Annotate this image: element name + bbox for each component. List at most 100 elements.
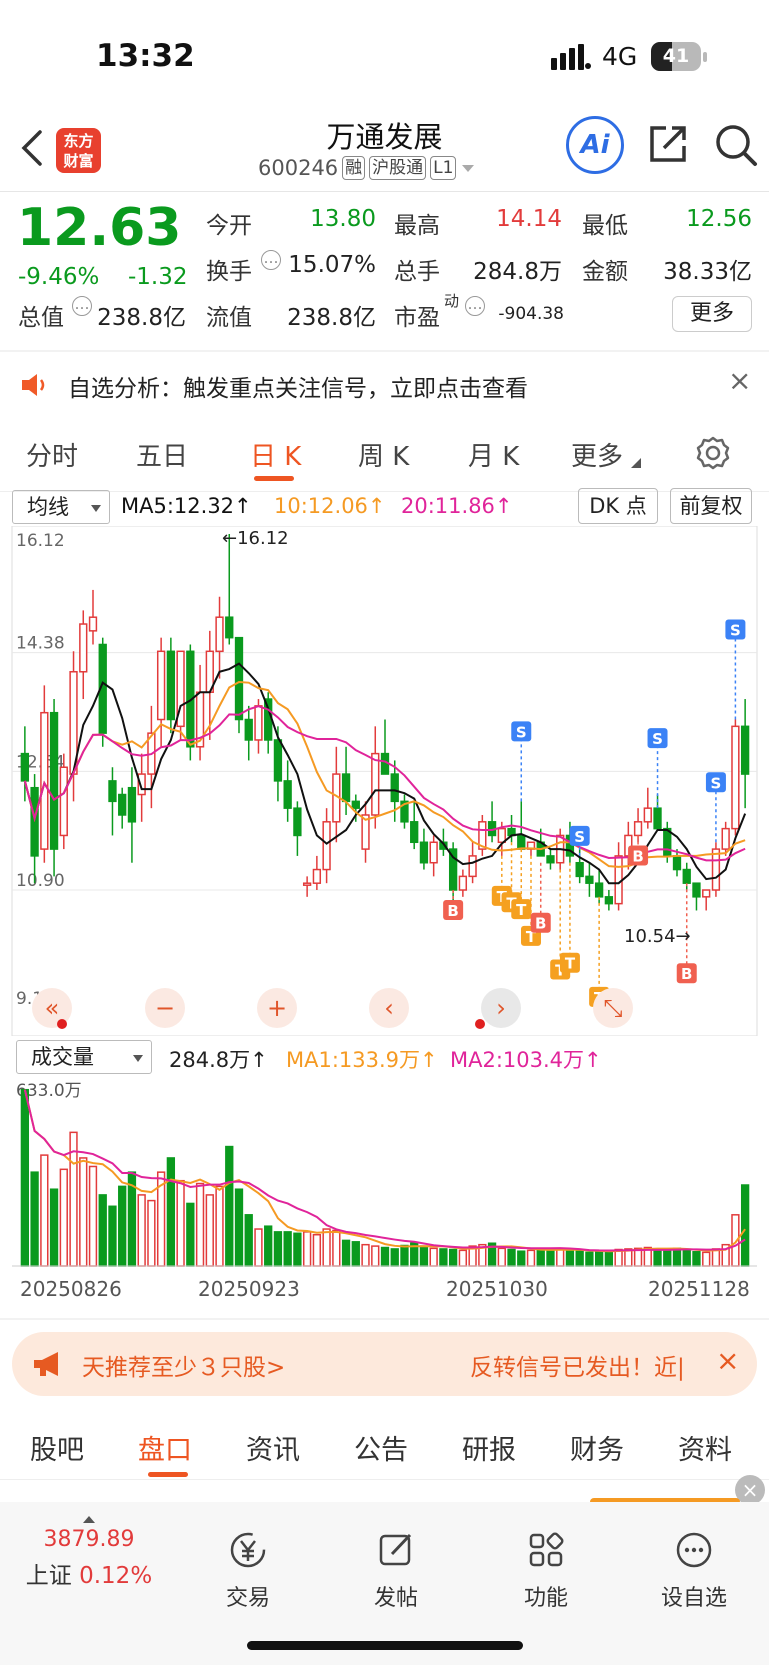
info-tabs: 股吧 盘口 资讯 公告 研报 财务 资料 bbox=[0, 1410, 769, 1480]
tab-more[interactable]: 更多 bbox=[571, 436, 623, 473]
candle-body bbox=[254, 705, 263, 741]
volume-bar bbox=[458, 1249, 468, 1267]
volume-bar bbox=[186, 1202, 195, 1267]
candle-body bbox=[156, 650, 166, 721]
notice-bar[interactable]: 自选分析：触发重点关注信号，立即点击查看 × bbox=[0, 352, 769, 418]
candlestick-chart[interactable]: 16.1214.3812.6410.909.17 BTTTTBTTTSSBSBS… bbox=[0, 526, 769, 1036]
candle-body bbox=[390, 773, 399, 803]
promo-banner[interactable]: 天推荐至少３只股> 反转信号已发出！近| × bbox=[12, 1332, 757, 1396]
nav-trade[interactable]: 交易 bbox=[198, 1530, 298, 1612]
network-type: 4G bbox=[602, 42, 638, 71]
candle-body bbox=[127, 786, 137, 823]
volume-bar bbox=[711, 1248, 721, 1267]
volume-bar bbox=[147, 1199, 156, 1267]
subtab-forum[interactable]: 股吧 bbox=[30, 1428, 84, 1467]
candle-body bbox=[468, 855, 477, 878]
speaker-icon bbox=[22, 374, 45, 396]
tab-weekly-k[interactable]: 周 K bbox=[358, 436, 409, 473]
grid-icon bbox=[529, 1532, 564, 1567]
more-button[interactable]: 更多 bbox=[672, 296, 752, 332]
volume-bar bbox=[108, 1205, 117, 1267]
chart-nav-icon: + bbox=[267, 994, 287, 1022]
adjust-button[interactable]: 前复权 bbox=[670, 488, 752, 524]
candle-body bbox=[49, 711, 59, 850]
volume-bar bbox=[293, 1232, 302, 1267]
signal-label: T bbox=[565, 955, 576, 973]
tag-connect: 沪股通 bbox=[369, 156, 427, 180]
tab-monthly-k[interactable]: 月 K bbox=[468, 436, 519, 473]
search-icon[interactable] bbox=[713, 122, 759, 168]
nav-features[interactable]: 功能 bbox=[496, 1530, 596, 1612]
candle-body bbox=[604, 896, 614, 905]
stock-code: 600246 bbox=[258, 156, 339, 180]
battery-icon: 41 bbox=[651, 42, 701, 71]
tab-daily-k[interactable]: 日 K bbox=[250, 436, 301, 473]
date-label: 20251128 bbox=[648, 1277, 750, 1301]
volume-bar bbox=[341, 1239, 351, 1267]
y-axis-label: 14.38 bbox=[16, 634, 65, 654]
date-label: 20250826 bbox=[20, 1277, 122, 1301]
candle-body bbox=[721, 827, 730, 850]
volume-bar bbox=[740, 1184, 750, 1267]
info-icon[interactable]: … bbox=[465, 296, 485, 316]
notice-close-icon[interactable]: × bbox=[728, 364, 751, 397]
candle-body bbox=[215, 616, 224, 653]
chart-nav-icon: › bbox=[496, 994, 506, 1022]
float-value: 238.8亿 bbox=[287, 305, 376, 331]
tab-intraday[interactable]: 分时 bbox=[26, 436, 78, 473]
volume-bar bbox=[166, 1157, 176, 1267]
volume-bar bbox=[195, 1182, 205, 1267]
candle-body bbox=[225, 616, 234, 639]
volume-bar bbox=[20, 1088, 30, 1267]
candle-body bbox=[302, 882, 312, 886]
ma-select[interactable]: 均线 bbox=[12, 490, 110, 524]
stock-header: 东方 财富 万通发展 600246 融 沪股通 L1 Ai bbox=[0, 110, 769, 190]
stock-code-line[interactable]: 600246 融 沪股通 L1 bbox=[258, 156, 476, 180]
candle-body bbox=[594, 882, 604, 898]
subtab-research[interactable]: 研报 bbox=[462, 1428, 516, 1467]
candle-body bbox=[273, 739, 283, 782]
volume-select[interactable]: 成交量 bbox=[16, 1040, 152, 1074]
nav-features-label: 功能 bbox=[523, 1586, 568, 1611]
dk-point-button[interactable]: DK 点 bbox=[578, 488, 658, 524]
turnover-label: 换手 bbox=[206, 259, 252, 285]
chart-nav-icon: « bbox=[45, 994, 60, 1022]
share-icon[interactable] bbox=[646, 122, 690, 166]
volume-bar bbox=[40, 1154, 49, 1267]
volume-bar bbox=[702, 1251, 711, 1267]
volume-bar bbox=[575, 1250, 584, 1267]
volume-bar bbox=[264, 1225, 273, 1267]
signal-label: S bbox=[516, 723, 527, 741]
ai-button[interactable]: Ai bbox=[566, 116, 624, 174]
candle-body bbox=[322, 821, 331, 871]
promo-close-icon[interactable]: × bbox=[716, 1344, 739, 1377]
subtab-announcements[interactable]: 公告 bbox=[354, 1428, 408, 1467]
y-axis-label: 10.90 bbox=[16, 871, 65, 891]
subtab-orderbook[interactable]: 盘口 bbox=[138, 1428, 192, 1467]
subtab-profile[interactable]: 资料 bbox=[678, 1428, 732, 1467]
index-name: 上证 bbox=[25, 1563, 72, 1589]
corner-caret-icon bbox=[631, 458, 641, 468]
index-widget[interactable]: 3879.89 上证 0.12% bbox=[22, 1508, 156, 1590]
candle-body bbox=[682, 868, 691, 884]
candle-body bbox=[79, 623, 88, 673]
subtab-finance[interactable]: 财务 bbox=[570, 1428, 624, 1467]
volume-bar bbox=[137, 1194, 146, 1267]
caret-up-icon bbox=[83, 1516, 95, 1523]
settings-gear-icon[interactable] bbox=[696, 436, 730, 470]
candle-body bbox=[672, 855, 682, 871]
nav-watchlist[interactable]: 设自选 bbox=[644, 1530, 744, 1612]
info-icon[interactable]: … bbox=[261, 250, 281, 270]
tab-five-day[interactable]: 五日 bbox=[136, 436, 188, 473]
pe-value: -904.38 bbox=[498, 304, 564, 324]
subtab-news[interactable]: 资讯 bbox=[246, 1428, 300, 1467]
candle-body bbox=[244, 718, 253, 741]
nav-post[interactable]: 发帖 bbox=[346, 1530, 446, 1612]
volume-bar bbox=[98, 1194, 107, 1267]
candle-body bbox=[293, 807, 302, 837]
chart-nav-icon: ⤡ bbox=[603, 994, 622, 1022]
volume-bar bbox=[604, 1249, 614, 1267]
volume-chart[interactable]: 633.0万 bbox=[0, 1076, 769, 1276]
info-icon[interactable]: … bbox=[72, 296, 92, 316]
float-label: 流值 bbox=[206, 305, 252, 331]
